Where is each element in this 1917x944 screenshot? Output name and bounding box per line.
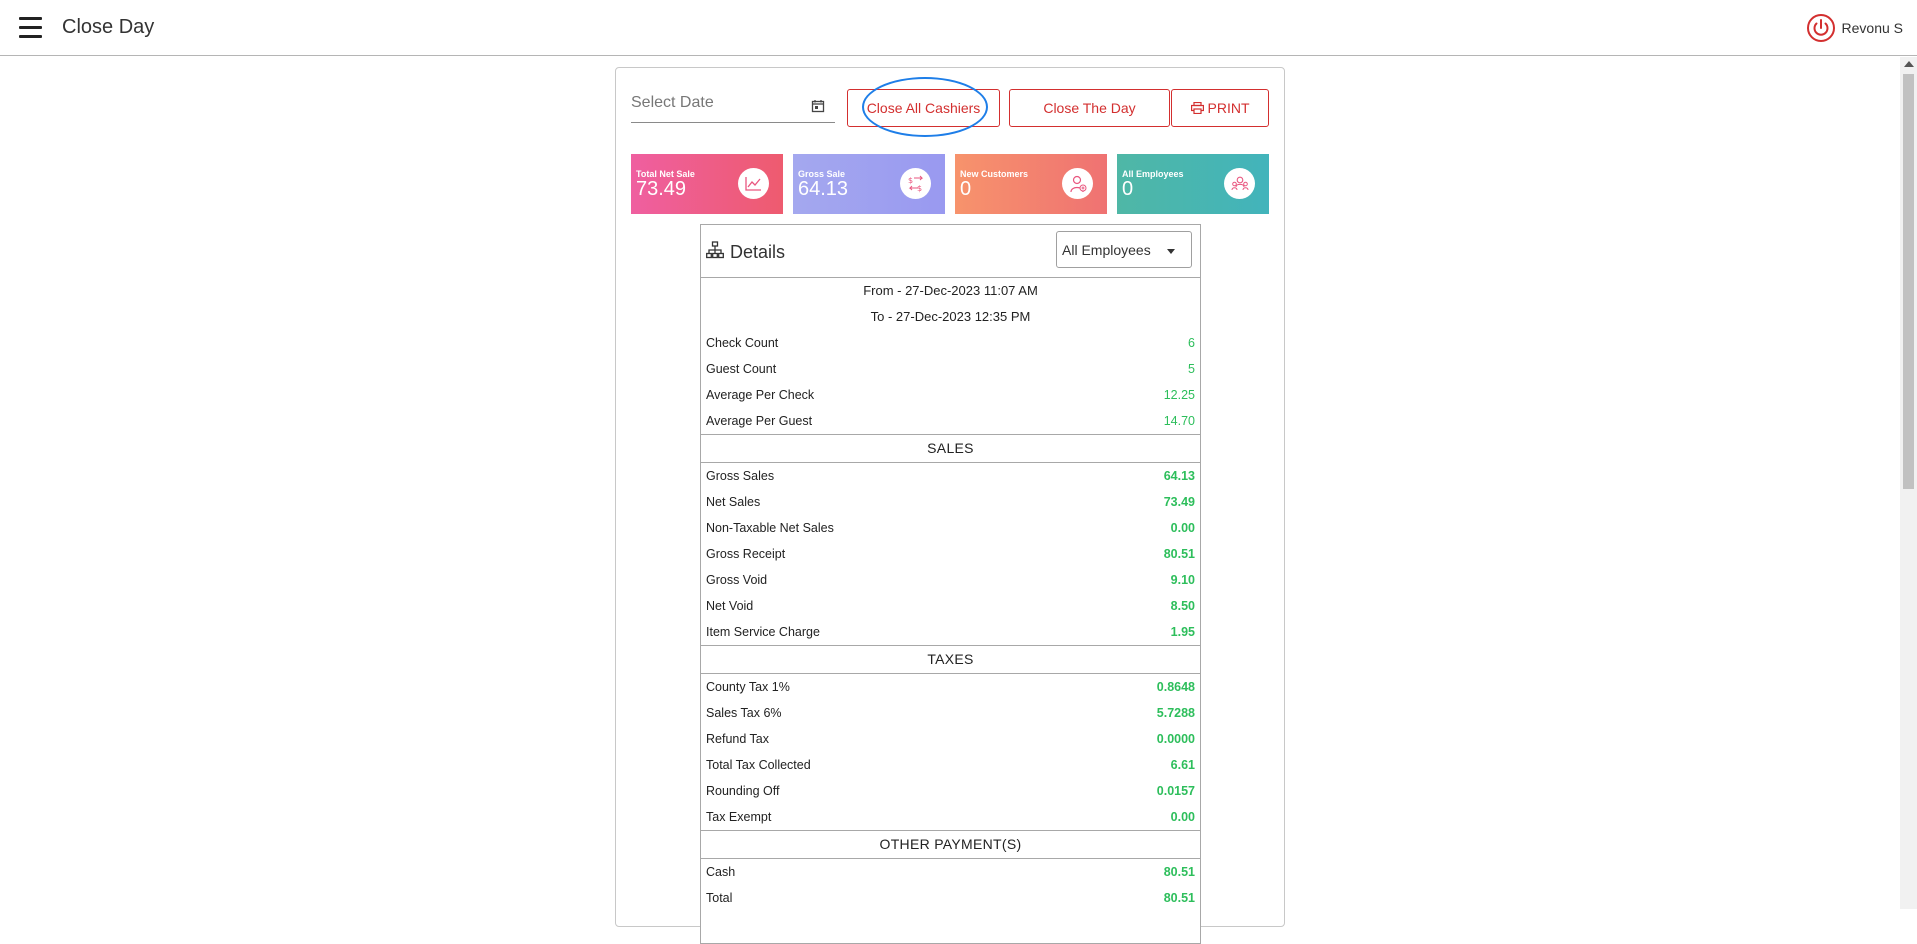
sales-row: Net Void 8.50 [701, 593, 1200, 619]
print-label: PRINT [1207, 100, 1250, 116]
row-label: Guest Count [706, 362, 777, 376]
money-exchange-icon: $ $ [900, 168, 931, 199]
row-value: 73.49 [1163, 495, 1195, 509]
tax-row: Total Tax Collected 6.61 [701, 752, 1200, 778]
calendar-icon[interactable] [811, 99, 825, 113]
scrollbar-thumb[interactable] [1903, 74, 1914, 489]
row-value: 0.00 [1170, 810, 1195, 824]
row-value: 0.00 [1170, 521, 1195, 535]
tax-row: Rounding Off 0.0157 [701, 778, 1200, 804]
page-scrollbar[interactable] [1900, 57, 1917, 909]
tax-row: Sales Tax 6% 5.7288 [701, 700, 1200, 726]
line-chart-icon [738, 168, 769, 199]
sales-section-heading: SALES [701, 434, 1200, 463]
row-label: Item Service Charge [706, 625, 820, 639]
row-value: 5.7288 [1156, 706, 1195, 720]
sales-row: Item Service Charge 1.95 [701, 619, 1200, 645]
details-title: Details [730, 242, 786, 262]
row-value: 1.95 [1170, 625, 1195, 639]
top-app-bar: Close Day Revonu S [0, 0, 1917, 56]
row-label: Gross Sales [706, 469, 775, 483]
sales-row: Gross Void 9.10 [701, 567, 1200, 593]
tax-row: Tax Exempt 0.00 [701, 804, 1200, 830]
printer-icon [1190, 102, 1204, 114]
row-value: 14.70 [1163, 414, 1195, 428]
scroll-up-arrow-icon[interactable] [1904, 61, 1914, 67]
row-label: Total Tax Collected [706, 758, 811, 772]
summary-row: Check Count 6 [701, 330, 1200, 356]
new-customer-icon [1062, 168, 1093, 199]
sales-row: Non-Taxable Net Sales 0.00 [701, 515, 1200, 541]
tax-row: County Tax 1% 0.8648 [701, 674, 1200, 700]
row-value: 9.10 [1170, 573, 1195, 587]
row-value: 12.25 [1163, 388, 1195, 402]
details-panel: Details All Employees From - 27-Dec-2023… [700, 224, 1201, 944]
employee-filter-value: All Employees [1062, 242, 1151, 258]
new-customers-tile: New Customers 0 [955, 154, 1107, 214]
row-label: Rounding Off [706, 784, 780, 798]
row-value: 0.8648 [1156, 680, 1195, 694]
employee-filter-select[interactable]: All Employees [1056, 231, 1192, 268]
date-field[interactable] [631, 90, 835, 123]
summary-row: Average Per Check 12.25 [701, 382, 1200, 408]
summary-row: Average Per Guest 14.70 [701, 408, 1200, 434]
sales-row: Gross Receipt 80.51 [701, 541, 1200, 567]
close-day-card: Close All Cashiers Close The Day PRINT T… [615, 67, 1285, 944]
svg-text:$: $ [908, 176, 913, 185]
taxes-section-heading: TAXES [701, 645, 1200, 674]
row-label: Net Sales [706, 495, 761, 509]
row-value: 5 [1188, 362, 1195, 376]
row-label: Tax Exempt [706, 810, 772, 824]
page-title: Close Day [62, 16, 155, 38]
user-menu[interactable]: Revonu S [1806, 13, 1903, 43]
row-label: Gross Void [706, 573, 768, 587]
date-range-from: From - 27-Dec-2023 11:07 AM [863, 283, 1038, 298]
date-range-to: To - 27-Dec-2023 12:35 PM [870, 309, 1031, 324]
row-label: Sales Tax 6% [706, 706, 782, 720]
row-label: Net Void [706, 599, 754, 613]
gross-sale-tile: Gross Sale 64.13 $ $ [793, 154, 945, 214]
row-value: 80.51 [1163, 891, 1195, 905]
sitemap-icon [706, 241, 724, 259]
details-header: Details All Employees [701, 225, 1200, 278]
employees-icon [1224, 168, 1255, 199]
row-value: 80.51 [1163, 547, 1195, 561]
payment-row: Cash 80.51 [701, 859, 1200, 885]
tax-row: Refund Tax 0.0000 [701, 726, 1200, 752]
sales-row: Net Sales 73.49 [701, 489, 1200, 515]
row-label: Check Count [706, 336, 779, 350]
total-net-sale-tile: Total Net Sale 73.49 [631, 154, 783, 214]
row-label: Average Per Check [706, 388, 815, 402]
dropdown-caret-icon [1167, 249, 1175, 254]
summary-row: Guest Count 5 [701, 356, 1200, 382]
row-value: 8.50 [1170, 599, 1195, 613]
row-label: Cash [706, 865, 736, 879]
row-label: Average Per Guest [706, 414, 813, 428]
row-label: County Tax 1% [706, 680, 790, 694]
close-all-cashiers-button[interactable]: Close All Cashiers [847, 89, 1000, 127]
menu-icon[interactable] [19, 17, 42, 39]
row-label: Total [706, 891, 733, 905]
row-value: 0.0000 [1156, 732, 1195, 746]
row-value: 64.13 [1163, 469, 1195, 483]
row-value: 0.0157 [1156, 784, 1195, 798]
sales-row: Gross Sales 64.13 [701, 463, 1200, 489]
user-name: Revonu S [1841, 20, 1903, 36]
payment-row: Total 80.51 [701, 885, 1200, 911]
close-the-day-button[interactable]: Close The Day [1009, 89, 1170, 127]
row-value: 6 [1188, 336, 1195, 350]
row-label: Refund Tax [706, 732, 770, 746]
print-button[interactable]: PRINT [1171, 89, 1269, 127]
other-payments-section-heading: OTHER PAYMENT(S) [701, 830, 1200, 859]
row-label: Gross Receipt [706, 547, 786, 561]
date-input[interactable] [631, 94, 801, 112]
power-icon[interactable] [1806, 13, 1836, 43]
all-employees-tile: All Employees 0 [1117, 154, 1269, 214]
row-label: Non-Taxable Net Sales [706, 521, 834, 535]
row-value: 80.51 [1163, 865, 1195, 879]
row-value: 6.61 [1170, 758, 1195, 772]
